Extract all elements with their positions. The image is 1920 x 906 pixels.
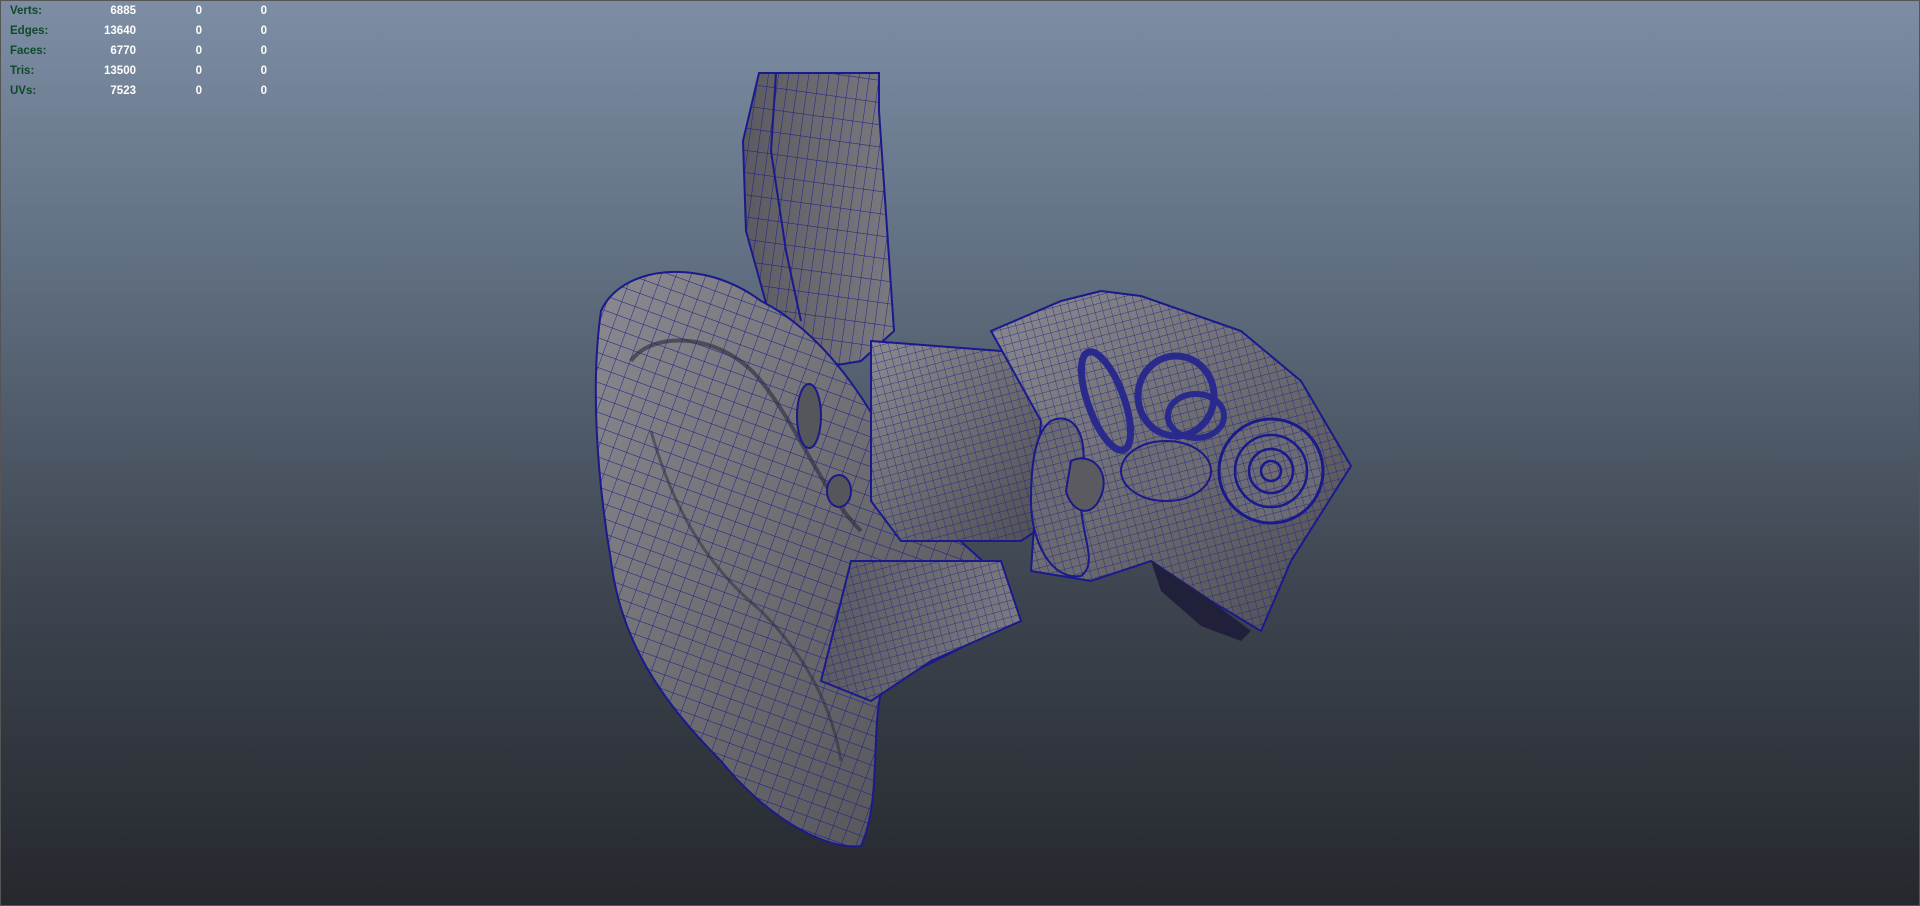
3d-viewport[interactable]: Verts: 6885 0 0 Edges: 13640 0 0 Faces: …: [0, 0, 1920, 906]
hud-row-faces: Faces: 6770 0 0: [10, 41, 270, 61]
hud-total: 6885: [110, 5, 136, 17]
hud-row-edges: Edges: 13640 0 0: [10, 21, 270, 41]
hud-components: 0: [260, 25, 267, 37]
hud-components: 0: [260, 65, 267, 77]
hud-row-uvs: UVs: 7523 0 0: [10, 81, 270, 101]
hud-total: 6770: [110, 45, 136, 57]
hud-total: 13500: [104, 65, 136, 77]
hud-selected: 0: [195, 85, 202, 97]
hud-selected: 0: [195, 25, 202, 37]
hud-row-verts: Verts: 6885 0 0: [10, 1, 270, 21]
hud-row-tris: Tris: 13500 0 0: [10, 61, 270, 81]
hud-label: UVs:: [10, 85, 37, 97]
hud-selected: 0: [195, 45, 202, 57]
hud-total: 7523: [110, 85, 136, 97]
hud-components: 0: [260, 85, 267, 97]
hud-components: 0: [260, 5, 267, 17]
hud-label: Verts:: [10, 5, 42, 17]
hud-label: Tris:: [10, 65, 35, 77]
hud-selected: 0: [195, 65, 202, 77]
hud-label: Edges:: [10, 25, 49, 37]
hud-total: 13640: [104, 25, 136, 37]
hud-selected: 0: [195, 5, 202, 17]
hud-label: Faces:: [10, 45, 47, 57]
ear-mesh-icon[interactable]: [1, 1, 1919, 905]
poly-count-hud: Verts: 6885 0 0 Edges: 13640 0 0 Faces: …: [10, 1, 270, 101]
hud-components: 0: [260, 45, 267, 57]
